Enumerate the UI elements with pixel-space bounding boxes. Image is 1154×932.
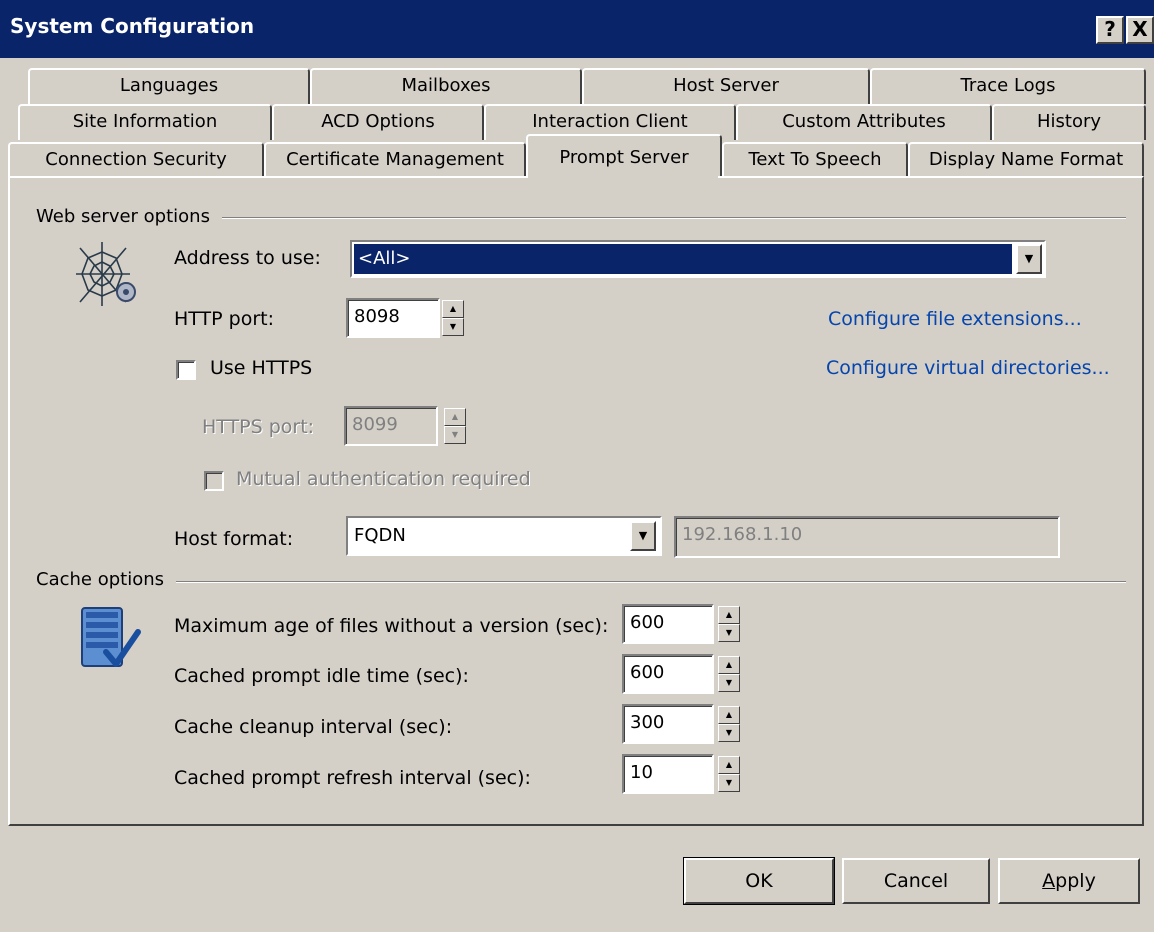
address-selected-value: <All>: [354, 244, 1012, 274]
address-label: Address to use:: [174, 247, 321, 269]
tab-host-server[interactable]: Host Server: [582, 68, 870, 104]
cache-cleanup-spinner[interactable]: ▲ ▼: [718, 706, 740, 742]
https-port-label: HTTPS port:: [202, 416, 315, 438]
cache-max-age-input[interactable]: 600: [622, 604, 714, 644]
use-https-label[interactable]: Use HTTPS: [210, 357, 312, 379]
spin-up-icon[interactable]: ▲: [442, 300, 464, 318]
tab-prompt-server[interactable]: Prompt Server: [526, 134, 722, 176]
cache-cleanup-label: Cache cleanup interval (sec):: [174, 716, 453, 738]
spin-down-icon[interactable]: ▼: [442, 318, 464, 336]
spin-up-icon[interactable]: ▲: [718, 606, 740, 624]
tab-history[interactable]: History: [992, 104, 1146, 140]
http-port-label: HTTP port:: [174, 308, 275, 330]
tab-connection-security[interactable]: Connection Security: [8, 142, 264, 178]
host-format-label: Host format:: [174, 528, 294, 550]
host-address-field[interactable]: 192.168.1.10: [674, 516, 1060, 558]
tab-acd-options[interactable]: ACD Options: [272, 104, 484, 140]
tab-custom-attributes[interactable]: Custom Attributes: [736, 104, 992, 140]
tab-mailboxes[interactable]: Mailboxes: [310, 68, 582, 104]
spin-up-icon[interactable]: ▲: [718, 656, 740, 674]
configure-virtual-directories-link[interactable]: Configure virtual directories...: [826, 357, 1110, 379]
cancel-button[interactable]: Cancel: [842, 858, 990, 904]
host-format-dropdown[interactable]: FQDN ▼: [346, 516, 662, 556]
address-dropdown[interactable]: <All> ▼: [350, 240, 1046, 278]
https-port-input[interactable]: 8099: [344, 406, 438, 446]
mutual-auth-checkbox[interactable]: [204, 471, 224, 491]
host-format-dropdown-arrow-icon[interactable]: ▼: [630, 521, 656, 551]
cache-refresh-label: Cached prompt refresh interval (sec):: [174, 767, 531, 789]
cache-refresh-input[interactable]: 10: [622, 754, 714, 794]
cache-idle-time-input[interactable]: 600: [622, 654, 714, 694]
help-button[interactable]: ?: [1096, 16, 1124, 44]
tab-text-to-speech[interactable]: Text To Speech: [722, 142, 908, 178]
apply-button[interactable]: Apply: [998, 858, 1140, 904]
cache-refresh-spinner[interactable]: ▲ ▼: [718, 756, 740, 792]
tab-certificate-management[interactable]: Certificate Management: [264, 142, 526, 178]
spin-down-icon[interactable]: ▼: [718, 674, 740, 692]
http-port-input[interactable]: 8098: [346, 298, 440, 338]
spin-up-icon[interactable]: ▲: [718, 756, 740, 774]
tab-site-information[interactable]: Site Information: [18, 104, 272, 140]
cache-group-label: Cache options: [36, 569, 176, 590]
configure-file-extensions-link[interactable]: Configure file extensions...: [828, 308, 1082, 330]
cache-idle-time-spinner[interactable]: ▲ ▼: [718, 656, 740, 692]
cache-max-age-spinner[interactable]: ▲ ▼: [718, 606, 740, 642]
spin-down-icon[interactable]: ▼: [718, 624, 740, 642]
spin-up-icon[interactable]: ▲: [718, 706, 740, 724]
apply-label-rest: pply: [1055, 870, 1096, 892]
use-https-checkbox[interactable]: [176, 360, 196, 380]
ok-button[interactable]: OK: [683, 857, 835, 905]
window-title: System Configuration: [10, 14, 255, 38]
tab-languages[interactable]: Languages: [28, 68, 310, 104]
spin-down-icon[interactable]: ▼: [718, 774, 740, 792]
cache-idle-time-label: Cached prompt idle time (sec):: [174, 665, 469, 687]
http-port-spinner[interactable]: ▲ ▼: [442, 300, 464, 336]
host-format-value: FQDN: [354, 525, 406, 546]
web-server-group-label: Web server options: [36, 206, 222, 227]
cache-max-age-label: Maximum age of files without a version (…: [174, 615, 609, 637]
close-button[interactable]: X: [1126, 16, 1154, 44]
tab-display-name-format[interactable]: Display Name Format: [908, 142, 1144, 178]
mutual-auth-label: Mutual authentication required: [236, 468, 531, 490]
apply-accelerator: A: [1042, 870, 1056, 892]
address-dropdown-arrow-icon[interactable]: ▼: [1016, 244, 1042, 274]
https-port-spinner[interactable]: ▲ ▼: [444, 408, 466, 444]
spin-down-icon[interactable]: ▼: [444, 426, 466, 444]
tab-trace-logs[interactable]: Trace Logs: [870, 68, 1146, 104]
spin-down-icon[interactable]: ▼: [718, 724, 740, 742]
cache-cleanup-input[interactable]: 300: [622, 704, 714, 744]
server-check-icon: [76, 604, 142, 674]
spin-up-icon[interactable]: ▲: [444, 408, 466, 426]
spider-web-icon: [72, 240, 144, 310]
cache-group-line: [36, 581, 1126, 583]
